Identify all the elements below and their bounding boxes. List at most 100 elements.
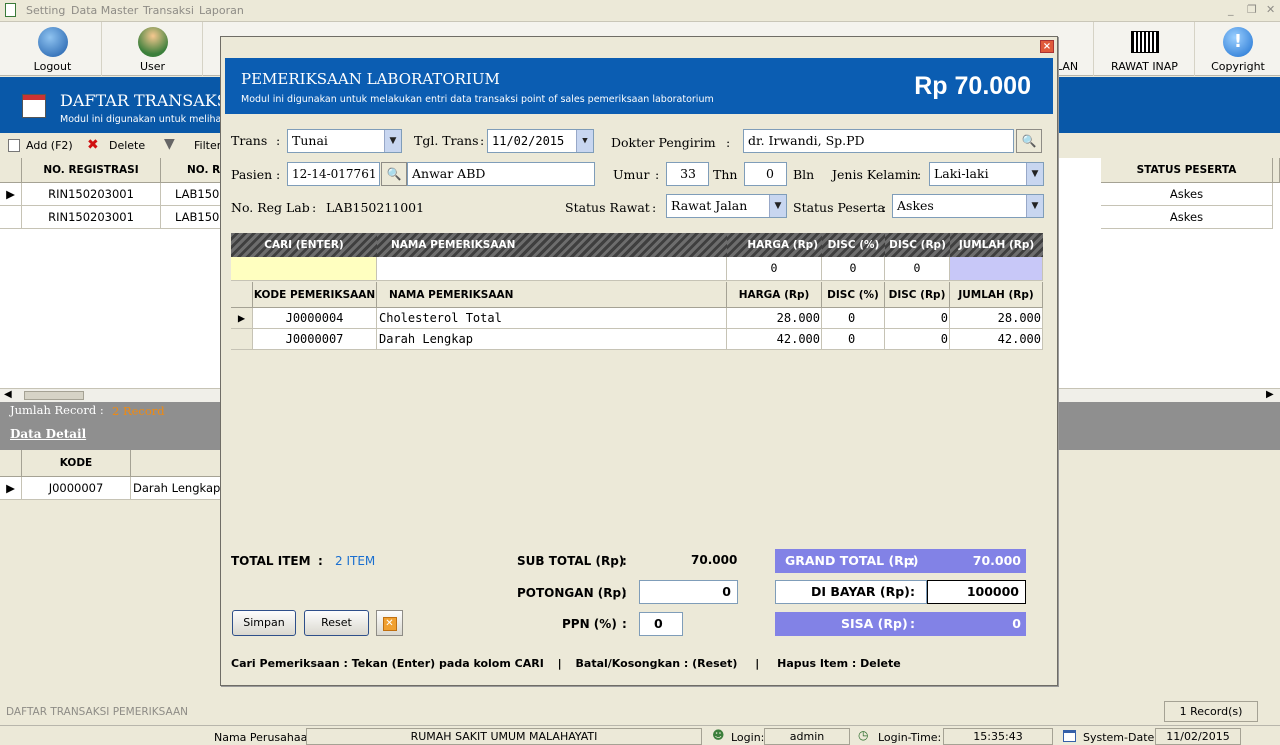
app-icon	[5, 3, 16, 17]
row-selector[interactable]	[0, 206, 22, 229]
sisa-row: SISA (Rp) : 0	[775, 612, 1026, 636]
item-harga[interactable]: 42.000	[727, 329, 822, 350]
item-disc-pct[interactable]: 0	[822, 308, 885, 329]
user-icon	[137, 27, 168, 57]
umur-thn-field[interactable]: 33	[666, 162, 709, 186]
rawat-inap-button[interactable]: RAWAT INAP	[1095, 22, 1195, 76]
chevron-down-icon[interactable]: ▼	[384, 130, 401, 152]
potongan-field[interactable]: 0	[639, 580, 738, 604]
tgl-trans-picker[interactable]: 11/02/2015 ▼	[487, 129, 594, 153]
row-selector[interactable]: ▶	[0, 183, 22, 206]
cell-kode[interactable]: J0000007	[22, 477, 131, 500]
item-jumlah[interactable]: 28.000	[950, 308, 1043, 329]
close-icon[interactable]: ✕	[1266, 3, 1275, 16]
copyright-button[interactable]: ! Copyright	[1196, 22, 1280, 76]
scroll-left-icon[interactable]: ◀	[4, 389, 12, 400]
item-kode[interactable]: J0000007	[253, 329, 377, 350]
item-disc-rp[interactable]: 0	[885, 329, 950, 350]
item-kode[interactable]: J0000004	[253, 308, 377, 329]
dibayar-field[interactable]: 100000	[927, 580, 1026, 604]
scroll-right-icon[interactable]: ▶	[1266, 389, 1274, 400]
menu-transaksi[interactable]: Transaksi	[143, 4, 194, 17]
item-harga[interactable]: 28.000	[727, 308, 822, 329]
record-count-value: 2 Record	[112, 404, 165, 418]
col-header-no-registrasi[interactable]: NO. REGISTRASI	[22, 158, 161, 183]
minimize-icon[interactable]: _	[1228, 3, 1234, 16]
items-header-harga[interactable]: HARGA (Rp)	[727, 282, 822, 308]
cell-status-peserta[interactable]: Askes	[1101, 206, 1273, 229]
save-button[interactable]: Simpan	[232, 610, 296, 636]
cell-nama[interactable]: Darah Lengkap	[131, 477, 222, 500]
items-header-jumlah[interactable]: JUMLAH (Rp)	[950, 282, 1043, 308]
row-selector[interactable]: ▶	[0, 477, 22, 500]
bln-label: Bln	[793, 167, 815, 182]
pasien-id-field[interactable]: 12-14-017761	[287, 162, 380, 186]
menu-setting[interactable]: Setting	[26, 4, 65, 17]
menu-data-master[interactable]: Data Master	[71, 4, 138, 17]
ppn-field[interactable]: 0	[639, 612, 683, 636]
search-disc-rp-cell[interactable]: 0	[885, 257, 950, 281]
search-nama-cell[interactable]	[377, 257, 727, 281]
status-peserta-select[interactable]: Askes ▼	[892, 194, 1044, 218]
dokter-search-icon[interactable]: 🔍	[1016, 129, 1042, 153]
pasien-search-icon[interactable]: 🔍	[381, 162, 407, 186]
search-disc-pct-cell[interactable]: 0	[822, 257, 885, 281]
data-detail-link[interactable]: Data Detail	[10, 427, 86, 441]
menu-laporan[interactable]: Laporan	[199, 4, 244, 17]
close-icon[interactable]: ×	[1040, 40, 1054, 53]
cell-no-registrasi[interactable]: RIN150203001	[22, 206, 161, 229]
status-bar-top: DAFTAR TRANSAKSI PEMERIKSAAN 1 Record(s)	[0, 700, 1280, 724]
jenis-kelamin-select[interactable]: Laki-laki ▼	[929, 162, 1044, 186]
item-disc-rp[interactable]: 0	[885, 308, 950, 329]
potongan-label: POTONGAN (Rp)	[517, 586, 627, 600]
item-jumlah[interactable]: 42.000	[950, 329, 1043, 350]
chevron-down-icon[interactable]: ▼	[1026, 195, 1043, 217]
umur-label: Umur	[613, 167, 650, 182]
row-header-corner	[0, 158, 22, 183]
item-nama[interactable]: Cholesterol Total	[377, 308, 727, 329]
colon: :	[480, 133, 485, 148]
row-selector[interactable]	[231, 329, 253, 350]
user-button[interactable]: User	[103, 22, 203, 76]
items-header-disc-rp[interactable]: DISC (Rp)	[885, 282, 950, 308]
col-header-nama[interactable]	[131, 450, 222, 477]
trans-label: Trans	[231, 133, 268, 148]
items-header-disc-pct[interactable]: DISC (%)	[822, 282, 885, 308]
restore-icon[interactable]: ❐	[1247, 3, 1257, 16]
filter-button[interactable]: Filter	[194, 139, 221, 152]
grand-total-row: GRAND TOTAL (Rp) : 70.000	[775, 549, 1026, 573]
search-harga-cell[interactable]: 0	[727, 257, 822, 281]
dibayar-row: DI BAYAR (Rp) :	[775, 580, 927, 604]
umur-bln-field[interactable]: 0	[744, 162, 787, 186]
scroll-thumb[interactable]	[24, 391, 84, 400]
items-header-nama[interactable]: NAMA PEMERIKSAAN	[377, 282, 727, 308]
chevron-down-icon[interactable]: ▼	[769, 195, 786, 217]
item-nama[interactable]: Darah Lengkap	[377, 329, 727, 350]
cari-input[interactable]	[231, 257, 377, 281]
delete-button[interactable]: Delete	[109, 139, 145, 152]
cell-no-registrasi[interactable]: RIN150203001	[22, 183, 161, 206]
chevron-down-icon[interactable]: ▼	[1026, 163, 1043, 185]
logout-button[interactable]: Logout	[4, 22, 102, 76]
cancel-icon[interactable]: ✕	[376, 610, 403, 636]
pasien-nama-field[interactable]: Anwar ABD	[407, 162, 595, 186]
item-disc-pct[interactable]: 0	[822, 329, 885, 350]
page-title: DAFTAR TRANSAKSI	[60, 91, 234, 110]
reset-button[interactable]: Reset	[304, 610, 369, 636]
clock-icon: ◷	[858, 728, 869, 742]
grand-total-label: GRAND TOTAL (Rp)	[785, 553, 919, 568]
col-header-extra	[1273, 158, 1280, 183]
total-item-label: TOTAL ITEM	[231, 554, 311, 568]
items-header-kode[interactable]: KODE PEMERIKSAAN	[253, 282, 377, 308]
add-button[interactable]: Add (F2)	[26, 139, 73, 152]
cell-status-peserta[interactable]: Askes	[1101, 183, 1273, 206]
col-header-kode[interactable]: KODE	[22, 450, 131, 477]
trans-select[interactable]: Tunai ▼	[287, 129, 402, 153]
col-header-status-peserta[interactable]: STATUS PESERTA	[1101, 158, 1273, 183]
chevron-down-icon[interactable]: ▼	[576, 130, 593, 152]
dialog-title: PEMERIKSAAN LABORATORIUM	[241, 70, 500, 88]
status-rawat-select[interactable]: Rawat Jalan ▼	[666, 194, 787, 218]
detail-table: KODE ▶ J0000007 Darah Lengkap	[0, 450, 222, 700]
row-selector[interactable]: ▶	[231, 308, 253, 329]
dokter-field[interactable]: dr. Irwandi, Sp.PD	[743, 129, 1014, 153]
